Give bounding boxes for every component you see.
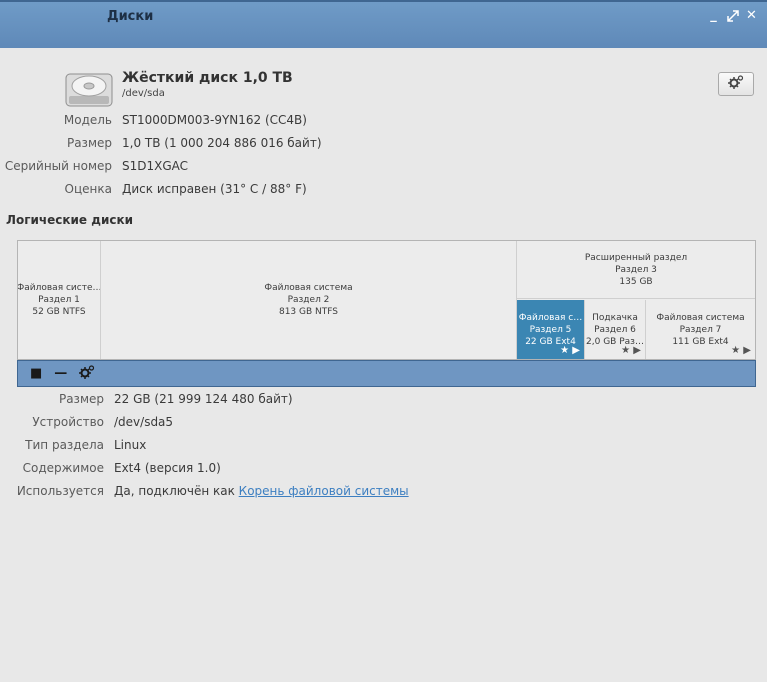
hard-disk-icon bbox=[64, 68, 114, 108]
partition-1-number: Раздел 1 bbox=[38, 295, 80, 305]
detail-device-value: /dev/sda5 bbox=[114, 415, 174, 429]
partition-6-name: Подкачка bbox=[592, 312, 638, 323]
model-label: Модель bbox=[63, 113, 112, 127]
extended-partition-name: Расширенный раздел bbox=[584, 252, 688, 263]
partition-1-name: Файловая систе… bbox=[18, 283, 101, 293]
partition-6-number: Раздел 6 bbox=[594, 324, 636, 335]
gear-icon bbox=[79, 364, 95, 379]
extended-partition[interactable]: Расширенный раздел Раздел 3 135 GB bbox=[517, 241, 755, 299]
disk-settings-button[interactable] bbox=[718, 72, 754, 96]
partition-6[interactable]: Подкачка Раздел 6 2,0 GB Раз… ★ ▶ bbox=[585, 300, 646, 359]
disk-path: /dev/sda bbox=[122, 88, 165, 99]
size-label: Размер bbox=[66, 136, 112, 150]
partition-settings-button[interactable] bbox=[79, 364, 95, 384]
detail-size-value: 22 GB (21 999 124 480 байт) bbox=[114, 392, 293, 406]
assessment-value: Диск исправен (31° C / 88° F) bbox=[122, 182, 307, 196]
partition-5-number: Раздел 5 bbox=[529, 324, 572, 335]
partition-7-size: 111 GB Ext4 bbox=[672, 336, 729, 347]
partition-7-name: Файловая система bbox=[656, 312, 745, 323]
partition-5-name: Файловая с… bbox=[518, 312, 583, 323]
in-use-text: Да, подключён как bbox=[114, 484, 239, 498]
close-button[interactable]: ✕ bbox=[744, 8, 759, 23]
title-bar: Диски _ ✕ bbox=[0, 0, 767, 48]
serial-label: Серийный номер bbox=[4, 159, 112, 173]
partition-map: Файловая систе… Раздел 1 52 GB NTFS Файл… bbox=[17, 240, 756, 360]
partition-6-mount-marks: ★ ▶ bbox=[621, 345, 641, 356]
delete-partition-button[interactable]: — bbox=[54, 366, 67, 381]
detail-type-label: Тип раздела bbox=[25, 438, 104, 452]
detail-device-label: Устройство bbox=[32, 415, 104, 429]
partition-2[interactable]: Файловая система Раздел 2 813 GB NTFS bbox=[101, 241, 517, 359]
partition-2-size: 813 GB NTFS bbox=[278, 307, 338, 317]
partition-7[interactable]: Файловая система Раздел 7 111 GB Ext4 ★ … bbox=[646, 300, 755, 359]
maximize-button[interactable] bbox=[725, 8, 740, 23]
partition-5[interactable]: Файловая с… Раздел 5 22 GB Ext4 ★ ▶ bbox=[517, 300, 585, 359]
gear-icon bbox=[728, 74, 744, 94]
minimize-button[interactable]: _ bbox=[706, 8, 721, 23]
partition-toolbar: ■ — bbox=[17, 360, 756, 387]
extended-partition-number: Раздел 3 bbox=[615, 264, 657, 275]
extended-partition-size: 135 GB bbox=[619, 276, 653, 287]
window-title: Диски bbox=[107, 9, 154, 24]
partition-2-name: Файловая система bbox=[264, 283, 353, 293]
partition-7-mount-marks: ★ ▶ bbox=[731, 345, 751, 356]
detail-type-value: Linux bbox=[114, 438, 147, 452]
serial-value: S1D1XGAC bbox=[122, 159, 189, 173]
detail-contents-label: Содержимое bbox=[22, 461, 104, 475]
unmount-button[interactable]: ■ bbox=[30, 366, 42, 381]
assessment-label: Оценка bbox=[64, 182, 112, 196]
partition-1[interactable]: Файловая систе… Раздел 1 52 GB NTFS bbox=[18, 241, 101, 359]
detail-size-label: Размер bbox=[58, 392, 104, 406]
partition-2-number: Раздел 2 bbox=[287, 295, 330, 305]
size-value: 1,0 TB (1 000 204 886 016 байт) bbox=[122, 136, 322, 150]
partition-5-mount-marks: ★ ▶ bbox=[560, 345, 580, 356]
disk-title: Жёсткий диск 1,0 TB bbox=[122, 70, 293, 86]
partition-7-number: Раздел 7 bbox=[679, 324, 722, 335]
partition-1-size: 52 GB NTFS bbox=[32, 307, 86, 317]
detail-contents-value: Ext4 (версия 1.0) bbox=[114, 461, 221, 475]
detail-in-use-value: Да, подключён как Корень файловой систем… bbox=[114, 484, 409, 498]
volumes-section-title: Логические диски bbox=[6, 213, 134, 227]
mount-point-link[interactable]: Корень файловой системы bbox=[239, 484, 409, 498]
model-value: ST1000DM003-9YN162 (CC4B) bbox=[122, 113, 307, 127]
detail-in-use-label: Используется bbox=[16, 484, 104, 498]
